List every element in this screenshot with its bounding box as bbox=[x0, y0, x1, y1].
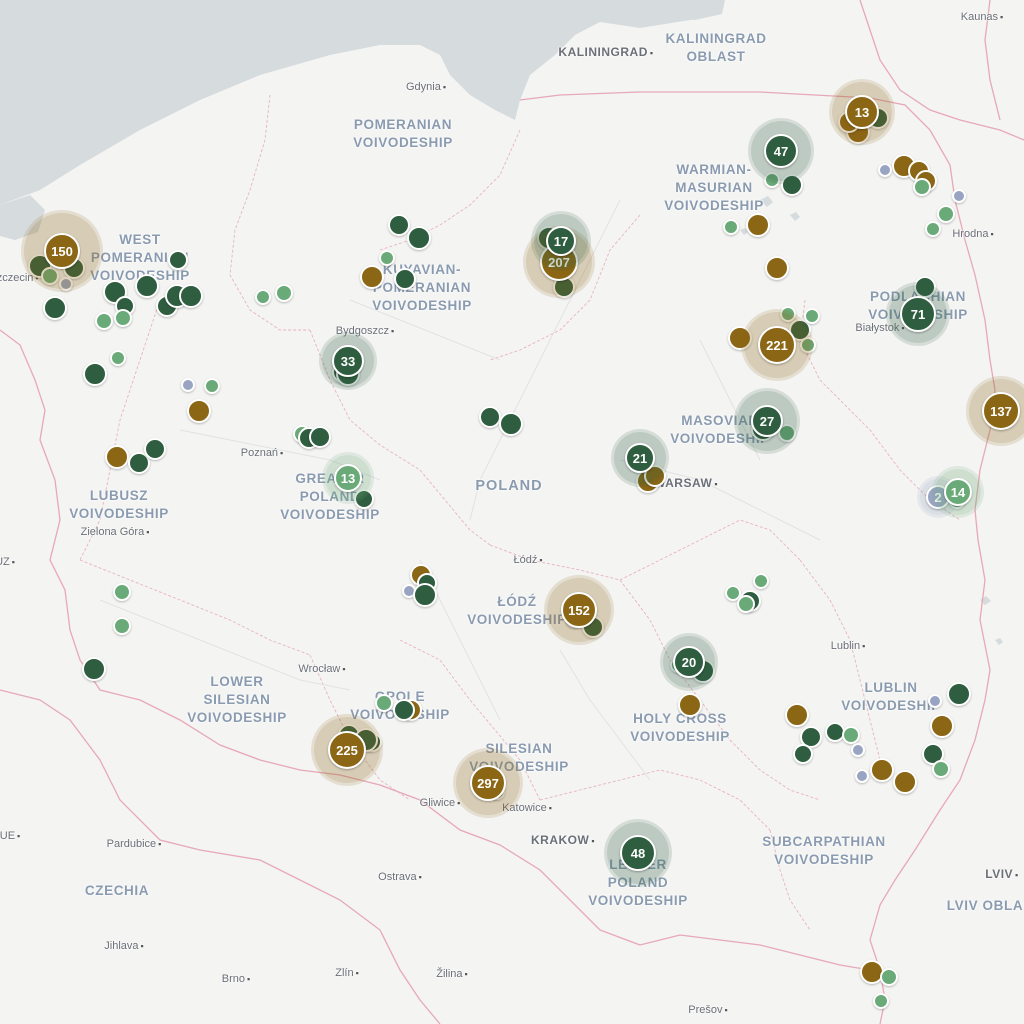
map-marker[interactable] bbox=[110, 350, 126, 366]
map-marker[interactable] bbox=[678, 693, 702, 717]
map-marker[interactable] bbox=[723, 219, 739, 235]
map-marker[interactable] bbox=[181, 378, 195, 392]
map-canvas[interactable]: KALININGRAD OBLAST POMERANIAN VOIVODESHIP WA… bbox=[0, 0, 1024, 1024]
map-marker[interactable] bbox=[394, 268, 416, 290]
map-marker[interactable] bbox=[144, 438, 166, 460]
cluster-marker[interactable]: 13 bbox=[832, 82, 892, 142]
map-marker[interactable] bbox=[113, 583, 131, 601]
cluster-count: 21 bbox=[625, 443, 655, 473]
cluster-marker[interactable]: 27 bbox=[737, 391, 797, 451]
map-marker[interactable] bbox=[765, 256, 789, 280]
map-marker[interactable] bbox=[95, 312, 113, 330]
map-marker[interactable] bbox=[893, 770, 917, 794]
cluster-marker[interactable]: 21 bbox=[614, 432, 666, 484]
map-marker[interactable] bbox=[928, 694, 942, 708]
map-marker[interactable] bbox=[43, 296, 67, 320]
map-marker[interactable] bbox=[746, 213, 770, 237]
cluster-count: 17 bbox=[546, 226, 576, 256]
cluster-count: 14 bbox=[944, 478, 972, 506]
country-borders bbox=[0, 0, 1024, 1024]
cluster-marker[interactable]: 14 bbox=[935, 469, 981, 515]
cluster-marker[interactable]: 33 bbox=[322, 335, 374, 387]
map-marker[interactable] bbox=[83, 362, 107, 386]
map-marker[interactable] bbox=[255, 289, 271, 305]
map-marker[interactable] bbox=[187, 399, 211, 423]
map-base bbox=[0, 0, 1024, 1024]
cluster-marker[interactable]: 47 bbox=[751, 121, 811, 181]
map-marker[interactable] bbox=[275, 284, 293, 302]
cluster-count: 221 bbox=[758, 326, 796, 364]
map-marker[interactable] bbox=[947, 682, 971, 706]
cluster-count: 225 bbox=[328, 731, 366, 769]
cluster-marker[interactable]: 137 bbox=[969, 379, 1024, 443]
map-marker[interactable] bbox=[737, 595, 755, 613]
cluster-marker[interactable]: 71 bbox=[889, 285, 947, 343]
cluster-marker[interactable]: 17 bbox=[534, 214, 588, 268]
cluster-marker[interactable]: 150 bbox=[24, 213, 100, 289]
map-marker[interactable] bbox=[804, 308, 820, 324]
map-marker[interactable] bbox=[913, 178, 931, 196]
cluster-marker[interactable]: 13 bbox=[325, 455, 371, 501]
cluster-marker[interactable]: 225 bbox=[314, 717, 380, 783]
map-marker[interactable] bbox=[105, 445, 129, 469]
cluster-count: 150 bbox=[44, 233, 80, 269]
map-marker[interactable] bbox=[880, 968, 898, 986]
map-marker[interactable] bbox=[375, 694, 393, 712]
map-marker[interactable] bbox=[413, 583, 437, 607]
map-marker[interactable] bbox=[952, 189, 966, 203]
voivodeship-borders bbox=[79, 94, 961, 931]
cluster-count: 13 bbox=[334, 464, 362, 492]
cluster-count: 297 bbox=[470, 765, 506, 801]
map-marker[interactable] bbox=[393, 699, 415, 721]
map-marker[interactable] bbox=[309, 426, 331, 448]
map-marker[interactable] bbox=[785, 703, 809, 727]
cluster-marker[interactable]: 297 bbox=[456, 751, 520, 815]
map-marker[interactable] bbox=[407, 226, 431, 250]
map-marker[interactable] bbox=[82, 657, 106, 681]
cluster-count: 20 bbox=[673, 646, 705, 678]
cluster-marker[interactable]: 20 bbox=[663, 636, 715, 688]
cluster-marker[interactable]: 152 bbox=[547, 578, 611, 642]
map-marker[interactable] bbox=[114, 309, 132, 327]
map-marker[interactable] bbox=[937, 205, 955, 223]
cluster-count: 71 bbox=[900, 296, 936, 332]
map-marker[interactable] bbox=[870, 758, 894, 782]
map-marker[interactable] bbox=[851, 743, 865, 757]
cluster-count: 48 bbox=[620, 835, 656, 871]
map-marker[interactable] bbox=[113, 617, 131, 635]
cluster-marker[interactable]: 221 bbox=[744, 312, 810, 378]
map-marker[interactable] bbox=[135, 274, 159, 298]
map-marker[interactable] bbox=[388, 214, 410, 236]
map-marker[interactable] bbox=[499, 412, 523, 436]
cluster-count: 33 bbox=[332, 345, 364, 377]
cluster-count: 152 bbox=[561, 592, 597, 628]
map-marker[interactable] bbox=[873, 993, 889, 1009]
cluster-count: 27 bbox=[751, 405, 783, 437]
map-marker[interactable] bbox=[168, 250, 188, 270]
map-marker[interactable] bbox=[842, 726, 860, 744]
map-marker[interactable] bbox=[204, 378, 220, 394]
map-marker[interactable] bbox=[878, 163, 892, 177]
map-marker[interactable] bbox=[793, 744, 813, 764]
map-marker[interactable] bbox=[930, 714, 954, 738]
cluster-count: 137 bbox=[982, 392, 1020, 430]
cluster-count: 47 bbox=[764, 134, 798, 168]
map-marker[interactable] bbox=[753, 573, 769, 589]
map-marker[interactable] bbox=[932, 760, 950, 778]
map-marker[interactable] bbox=[179, 284, 203, 308]
map-marker[interactable] bbox=[379, 250, 395, 266]
cluster-marker[interactable]: 48 bbox=[607, 822, 669, 884]
map-marker[interactable] bbox=[855, 769, 869, 783]
map-marker[interactable] bbox=[925, 221, 941, 237]
rivers bbox=[99, 199, 821, 781]
map-marker[interactable] bbox=[479, 406, 501, 428]
map-marker[interactable] bbox=[360, 265, 384, 289]
cluster-count: 13 bbox=[845, 95, 879, 129]
